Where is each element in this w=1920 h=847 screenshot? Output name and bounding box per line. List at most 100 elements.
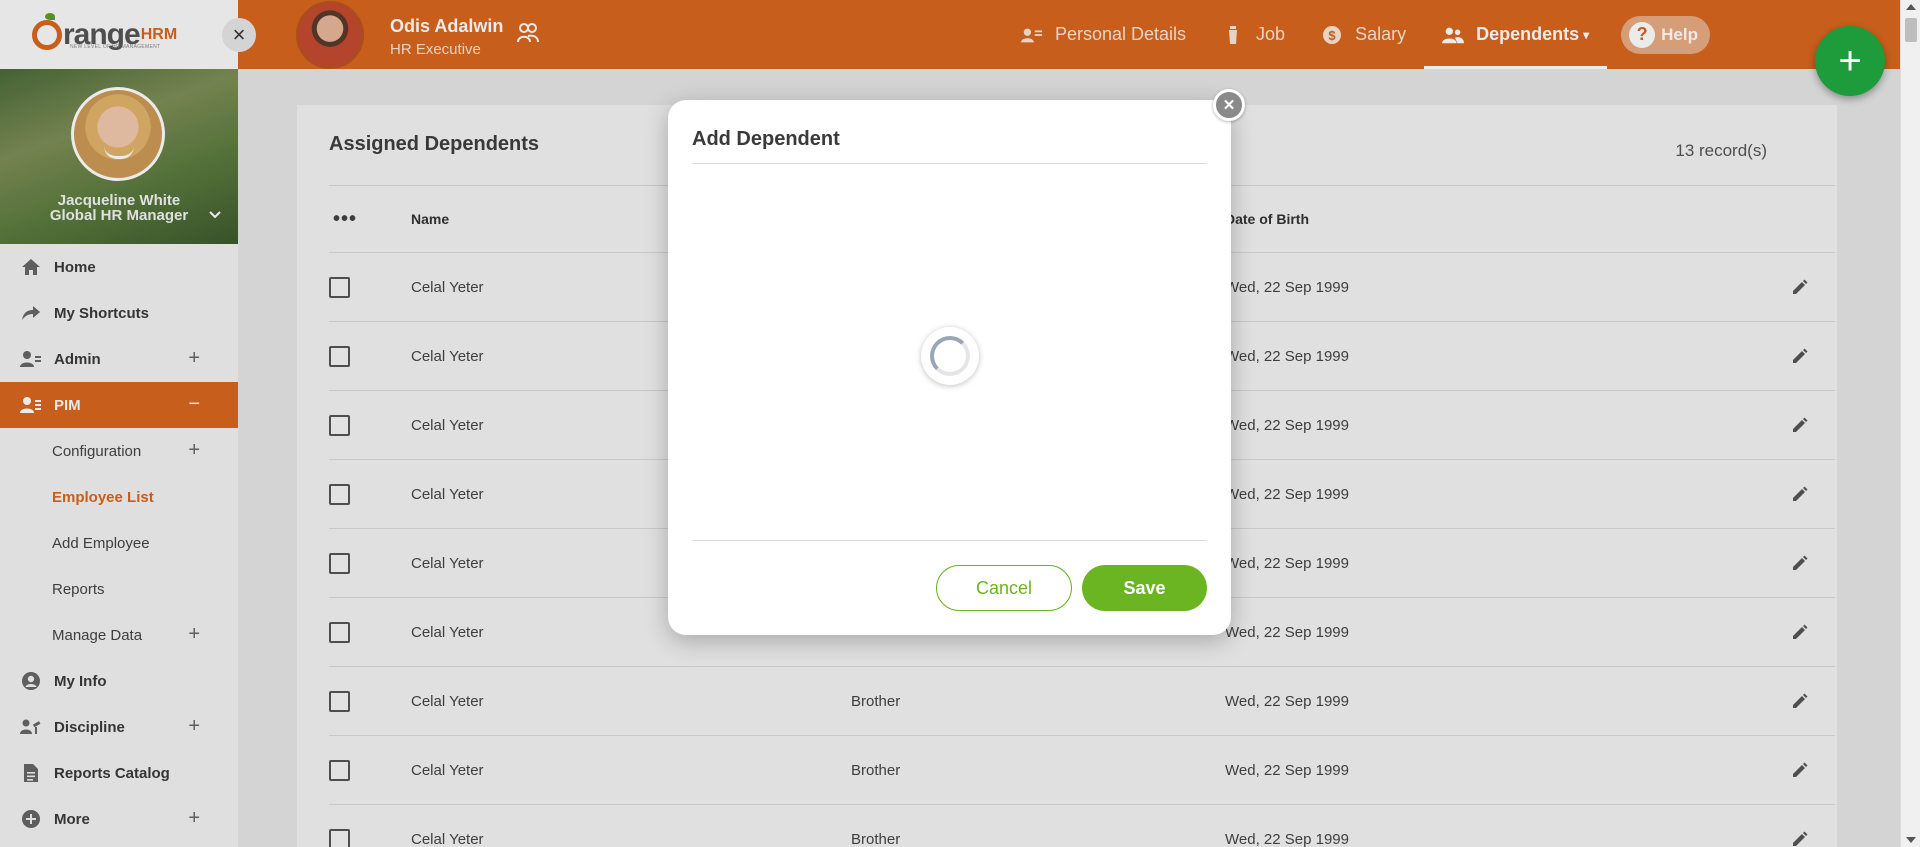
expand-plus-icon[interactable]: + — [188, 623, 200, 646]
close-icon[interactable]: ✕ — [1213, 89, 1245, 121]
table-row[interactable]: Celal Yeter Brother Wed, 22 Sep 1999 — [329, 667, 1835, 736]
sidebar-item-my-shortcuts[interactable]: My Shortcuts — [0, 290, 238, 336]
collapse-minus-icon[interactable]: − — [188, 393, 200, 416]
expand-plus-icon[interactable]: + — [188, 439, 200, 462]
sidebar-item-label: Home — [54, 258, 96, 276]
tab-label: Personal Details — [1054, 24, 1187, 44]
edit-pencil-icon[interactable] — [1791, 623, 1809, 641]
tab-label: Dependents — [1476, 24, 1580, 44]
id-card-icon — [1020, 24, 1043, 46]
sidebar-item-employee-list[interactable]: Employee List — [0, 474, 238, 520]
row-checkbox[interactable] — [329, 483, 350, 505]
row-checkbox[interactable] — [329, 552, 350, 574]
row-checkbox[interactable] — [329, 828, 350, 847]
scroll-down-arrow-icon[interactable] — [1906, 837, 1916, 843]
tab-label: Job — [1256, 24, 1286, 44]
sidebar-item-label: PIM — [54, 396, 81, 414]
edit-pencil-icon[interactable] — [1791, 416, 1809, 434]
sidebar-profile: Jacqueline White Global HR Manager — [0, 69, 238, 244]
more-actions-icon[interactable]: ••• — [333, 209, 357, 229]
edit-pencil-icon[interactable] — [1791, 278, 1809, 296]
switch-employee-icon[interactable] — [516, 22, 542, 46]
employee-role: HR Executive — [390, 41, 481, 58]
cell-relationship: Brother — [851, 761, 901, 779]
tab-label: Salary — [1355, 24, 1407, 44]
sidebar-item-label: More — [54, 810, 90, 828]
bulk-actions-cell: ••• — [329, 209, 411, 229]
page-scrollbar[interactable] — [1900, 0, 1920, 847]
tab-dependents[interactable]: Dependents ▾ — [1424, 0, 1608, 69]
sidebar-item-my-info[interactable]: My Info — [0, 658, 238, 704]
add-floating-button[interactable]: + — [1815, 26, 1885, 96]
briefcase-icon — [1222, 24, 1244, 46]
sidebar: range HRM NEW LEVEL OF HR MANAGEMENT × J… — [0, 0, 256, 847]
edit-pencil-icon[interactable] — [1791, 347, 1809, 365]
edit-pencil-icon[interactable] — [1791, 830, 1809, 847]
scroll-up-arrow-icon[interactable] — [1906, 4, 1916, 10]
user-name: Jacqueline White — [57, 192, 181, 209]
modal-title: Add Dependent — [692, 128, 840, 150]
sidebar-menu: Home My Shortcuts Admin + PIM − Configur… — [0, 244, 238, 842]
sidebar-item-add-employee[interactable]: Add Employee — [0, 520, 238, 566]
sidebar-item-admin[interactable]: Admin + — [0, 336, 238, 382]
help-button[interactable]: ? Help — [1621, 15, 1710, 54]
panel-title: Assigned Dependents — [329, 133, 540, 155]
sidebar-item-reports[interactable]: Reports — [0, 566, 238, 612]
tab-job[interactable]: Job — [1204, 0, 1303, 69]
gavel-icon — [20, 716, 42, 738]
profile-chevron-down-icon[interactable] — [208, 207, 226, 225]
scrollbar-thumb[interactable] — [1905, 18, 1917, 42]
sidebar-item-reports-catalog[interactable]: Reports Catalog — [0, 750, 238, 796]
cell-relationship: Brother — [851, 692, 901, 710]
cancel-button[interactable]: Cancel — [936, 565, 1072, 611]
row-checkbox[interactable] — [329, 621, 350, 643]
table-row[interactable]: Celal Yeter Brother Wed, 22 Sep 1999 — [329, 805, 1835, 847]
share-arrow-icon — [20, 302, 42, 324]
plus-circle-icon — [20, 808, 42, 830]
expand-plus-icon[interactable]: + — [188, 715, 200, 738]
caret-down-icon: ▾ — [1583, 27, 1590, 42]
edit-pencil-icon[interactable] — [1791, 554, 1809, 572]
logo-hrm: HRM — [140, 25, 178, 43]
cell-name: Celal Yeter — [411, 692, 484, 710]
tab-salary[interactable]: $ Salary — [1303, 0, 1424, 69]
employee-tabs: Personal Details Job $ Salary Dependents… — [1003, 0, 1900, 69]
sidebar-item-label: Admin — [54, 350, 101, 368]
user-avatar[interactable] — [71, 87, 165, 181]
sidebar-item-configuration[interactable]: Configuration + — [0, 428, 238, 474]
save-button[interactable]: Save — [1082, 565, 1207, 611]
help-question-icon: ? — [1629, 21, 1656, 48]
people-icon — [1442, 24, 1465, 46]
document-icon — [20, 762, 42, 784]
sidebar-item-manage-data[interactable]: Manage Data + — [0, 612, 238, 658]
cell-name: Celal Yeter — [411, 761, 484, 779]
modal-divider — [692, 163, 1207, 164]
cell-dob: Wed, 22 Sep 1999 — [1225, 278, 1349, 296]
sidebar-item-label: Reports Catalog — [54, 764, 170, 782]
table-row[interactable]: Celal Yeter Brother Wed, 22 Sep 1999 — [329, 736, 1835, 805]
edit-pencil-icon[interactable] — [1791, 761, 1809, 779]
edit-pencil-icon[interactable] — [1791, 692, 1809, 710]
svg-text:$: $ — [1328, 28, 1336, 43]
row-checkbox[interactable] — [329, 690, 350, 712]
sidebar-item-more[interactable]: More + — [0, 796, 238, 842]
expand-plus-icon[interactable]: + — [188, 807, 200, 830]
sidebar-close-icon[interactable]: × — [222, 18, 256, 52]
sidebar-item-pim[interactable]: PIM − — [0, 382, 238, 428]
sidebar-item-discipline[interactable]: Discipline + — [0, 704, 238, 750]
sidebar-item-home[interactable]: Home — [0, 244, 238, 290]
logo-o-mark — [32, 12, 62, 50]
user-role: Global HR Manager — [49, 207, 189, 224]
row-checkbox[interactable] — [329, 345, 350, 367]
dollar-circle-icon: $ — [1321, 24, 1343, 46]
tab-personal-details[interactable]: Personal Details — [1003, 0, 1204, 69]
row-checkbox[interactable] — [329, 276, 350, 298]
row-checkbox[interactable] — [329, 759, 350, 781]
cell-dob: Wed, 22 Sep 1999 — [1225, 485, 1349, 503]
edit-pencil-icon[interactable] — [1791, 485, 1809, 503]
top-bar: Odis Adalwin HR Executive Personal Detai… — [238, 0, 1900, 69]
column-header-dob[interactable]: Date of Birth — [1225, 211, 1765, 227]
expand-plus-icon[interactable]: + — [188, 347, 200, 370]
employee-avatar[interactable] — [296, 1, 364, 69]
row-checkbox[interactable] — [329, 414, 350, 436]
